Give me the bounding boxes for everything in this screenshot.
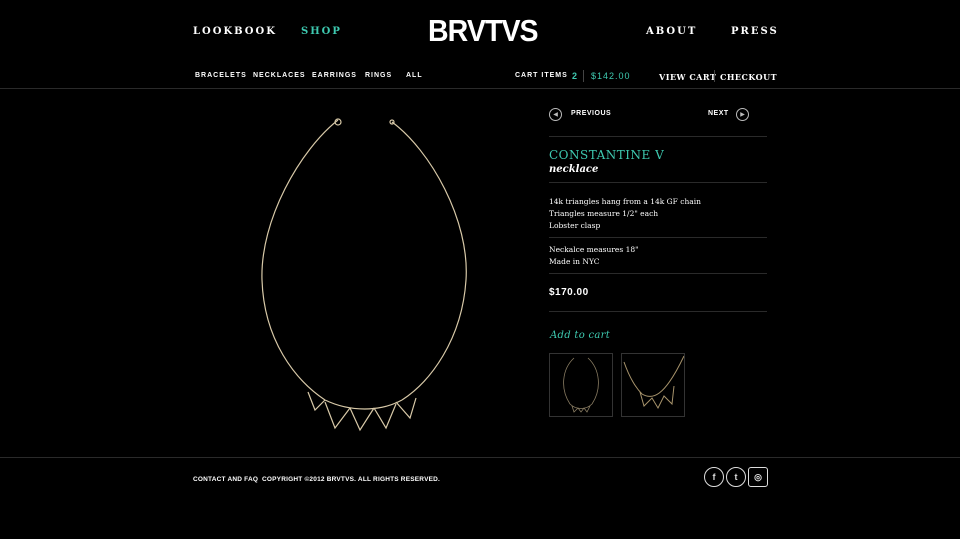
product-image: [261, 118, 467, 432]
nav-about[interactable]: ABOUT: [646, 26, 697, 37]
thumbnail-closeup-image: [623, 355, 685, 410]
subnav-necklaces[interactable]: NECKLACES: [253, 72, 306, 79]
cart-divider: [583, 70, 584, 82]
cart-items-label: CART ITEMS: [515, 72, 568, 79]
subnav-bracelets[interactable]: BRACELETS: [195, 72, 247, 79]
product-price: $170.00: [549, 287, 589, 298]
subnav-rings[interactable]: RINGS: [365, 72, 392, 79]
next-arrow-icon[interactable]: ▶: [736, 108, 749, 121]
next-link[interactable]: NEXT: [708, 110, 729, 117]
checkout-link[interactable]: CHECKOUT: [720, 72, 777, 82]
footer-divider: [0, 457, 960, 458]
facebook-icon[interactable]: f: [704, 467, 724, 487]
subnav-earrings[interactable]: EARRINGS: [312, 72, 357, 79]
nav-press[interactable]: PRESS: [731, 26, 779, 37]
instagram-icon[interactable]: ◎: [748, 467, 768, 487]
previous-arrow-icon[interactable]: ◀: [549, 108, 562, 121]
copyright-text: COPYRIGHT ©2012 BRVTVS. ALL RIGHTS RESER…: [262, 476, 441, 483]
cart-count[interactable]: 2: [572, 71, 578, 81]
nav-lookbook[interactable]: LOOKBOOK: [193, 26, 277, 37]
product-name: CONSTANTINE V: [549, 148, 665, 162]
divider-1: [549, 136, 767, 137]
nav-shop[interactable]: SHOP: [301, 26, 342, 37]
subnav-all[interactable]: ALL: [406, 72, 423, 79]
contact-faq-link[interactable]: CONTACT AND FAQ: [193, 476, 258, 483]
cart-total[interactable]: $142.00: [591, 71, 631, 81]
divider-5: [549, 311, 767, 312]
twitter-icon[interactable]: t: [726, 467, 746, 487]
desc-line: 14k triangles hang from a 14k GF chain: [549, 197, 701, 206]
product-description-1: 14k triangles hang from a 14k GF chain T…: [549, 196, 701, 232]
divider-2: [549, 182, 767, 183]
view-cart-link[interactable]: VIEW CART: [659, 72, 716, 82]
desc-line: Neckalce measures 18": [549, 245, 639, 254]
desc-line: Lobster clasp: [549, 221, 601, 230]
thumbnail-2[interactable]: [621, 353, 685, 417]
product-description-2: Neckalce measures 18" Made in NYC: [549, 244, 639, 268]
desc-line: Triangles measure 1/2" each: [549, 209, 659, 218]
divider-4: [549, 273, 767, 274]
thumbnail-necklace-image: [563, 357, 599, 413]
add-to-cart-button[interactable]: Add to cart: [550, 330, 610, 341]
thumbnail-1[interactable]: [549, 353, 613, 417]
header-divider: [0, 88, 960, 89]
divider-3: [549, 237, 767, 238]
cart-divider-2: [714, 70, 715, 82]
desc-line: Made in NYC: [549, 257, 600, 266]
product-type: necklace: [549, 164, 599, 175]
previous-link[interactable]: PREVIOUS: [571, 110, 611, 117]
site-logo[interactable]: BRVTVS: [428, 13, 539, 49]
